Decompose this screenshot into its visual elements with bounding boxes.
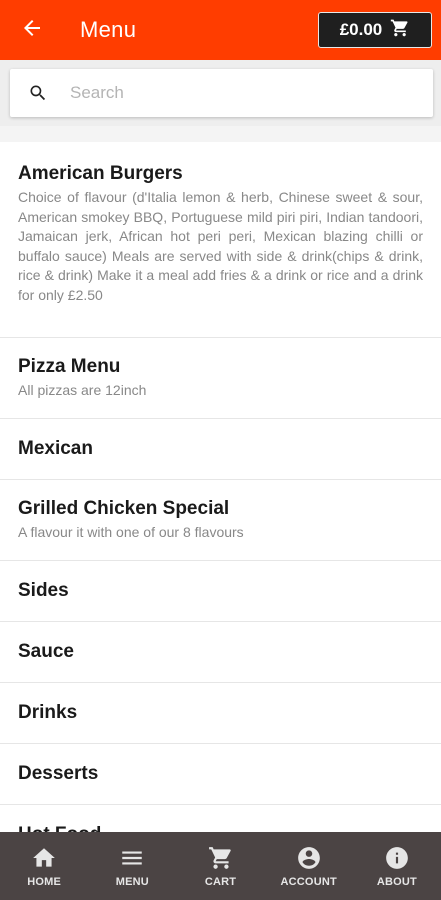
nav-home[interactable]: HOME (0, 832, 88, 900)
category-grilled-chicken-special[interactable]: Grilled Chicken Special A flavour it wit… (0, 480, 441, 561)
search-icon (28, 83, 48, 103)
arrow-back-icon (20, 16, 44, 45)
category-description: Choice of flavour (d'Italia lemon & herb… (18, 189, 423, 303)
info-icon (384, 844, 410, 872)
cart-icon (208, 844, 234, 872)
cart-icon (390, 18, 410, 43)
nav-menu[interactable]: MENU (88, 832, 176, 900)
nav-label: CART (204, 876, 237, 888)
category-title: Mexican (18, 438, 93, 459)
back-button[interactable] (0, 0, 56, 60)
category-hot-food[interactable]: Hot Food (0, 805, 441, 832)
category-title: Pizza Menu (18, 356, 121, 378)
home-icon (31, 844, 57, 872)
category-description: All pizzas are 12inch (18, 382, 147, 399)
category-title: American Burgers (18, 163, 183, 184)
category-description: A flavour it with one of our 8 flavours (18, 524, 244, 541)
category-title: Desserts (18, 763, 99, 784)
category-title: Drinks (18, 702, 78, 723)
category-mexican[interactable]: Mexican (0, 419, 441, 480)
menu-icon (119, 844, 145, 872)
category-pizza-menu[interactable]: Pizza Menu All pizzas are 12inch (0, 338, 441, 419)
category-sauce[interactable]: Sauce (0, 622, 441, 683)
search-bar-container (0, 60, 441, 126)
page-title: Menu (80, 17, 137, 42)
category-title: Grilled Chicken Special (18, 498, 230, 520)
nav-account[interactable]: ACCOUNT (265, 832, 353, 900)
category-drinks[interactable]: Drinks (0, 683, 441, 744)
list-top-spacer (0, 126, 441, 142)
search-input[interactable] (70, 83, 390, 103)
nav-about[interactable]: ABOUT (353, 832, 441, 900)
category-sides[interactable]: Sides (0, 561, 441, 622)
nav-label: ACCOUNT (280, 876, 337, 888)
nav-label: HOME (27, 876, 61, 888)
bottom-navigation: HOME MENU CART ACCOUNT ABOUT (0, 832, 441, 900)
category-title: Sauce (18, 641, 74, 662)
cart-total: £0.00 (339, 20, 383, 39)
app-bar: Menu £0.00 (0, 0, 441, 60)
search-box[interactable] (10, 69, 433, 117)
category-title: Sides (18, 580, 69, 601)
account-icon (296, 844, 322, 872)
category-american-burgers[interactable]: American Burgers Choice of flavour (d'It… (0, 142, 441, 338)
menu-category-list[interactable]: American Burgers Choice of flavour (d'It… (0, 142, 441, 832)
category-desserts[interactable]: Desserts (0, 744, 441, 805)
cart-total-button[interactable]: £0.00 (318, 12, 432, 48)
nav-cart[interactable]: CART (176, 832, 264, 900)
nav-label: MENU (115, 876, 149, 888)
category-title: Hot Food (18, 823, 423, 832)
nav-label: ABOUT (376, 876, 417, 888)
